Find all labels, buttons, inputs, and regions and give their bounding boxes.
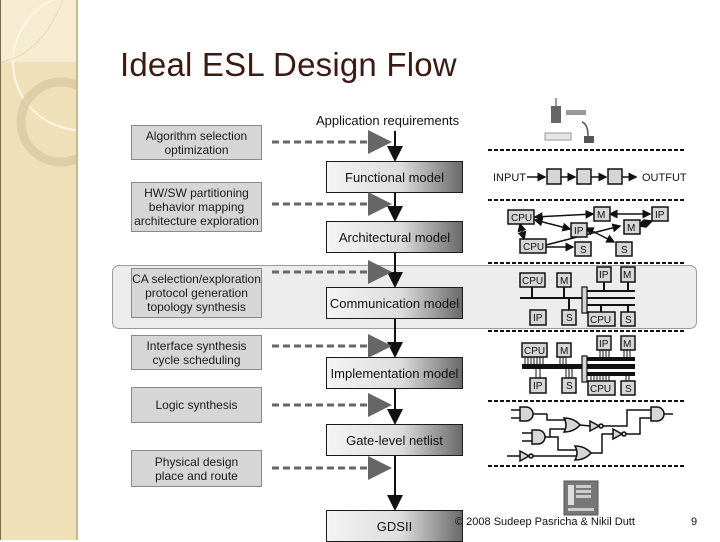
block-label: CPU — [524, 346, 545, 357]
output-label: OUTFUT — [642, 172, 687, 184]
block-label: IP — [599, 339, 609, 350]
block-label: S — [625, 384, 632, 395]
block-label: M — [560, 276, 568, 287]
block-label: M — [623, 270, 631, 281]
block-label: CPU — [522, 276, 543, 287]
block-label: IP — [533, 313, 543, 324]
block-label: M — [560, 346, 568, 357]
block-label: S — [566, 313, 573, 324]
block-label: S — [621, 245, 628, 256]
block-label: M — [597, 210, 605, 221]
dashed-task-arrows — [272, 130, 392, 480]
block-label: CPU — [590, 384, 611, 395]
functional-illustration: INPUT OUTFUT — [493, 168, 687, 185]
communication-illustration: CPU M IP M IP S CPU S — [519, 266, 636, 327]
page-number: 9 — [691, 516, 698, 528]
block-label: M — [627, 223, 635, 234]
input-label: INPUT — [493, 172, 526, 184]
block-label: S — [625, 315, 632, 326]
devices-icon — [544, 98, 594, 143]
implementation-illustration: CPU M IP M IP S CPU S — [521, 335, 636, 396]
chip-layout-icon — [563, 480, 599, 516]
block-label: S — [580, 245, 587, 256]
copyright-footer: © 2008 Sudeep Pasricha & Nikil Dutt — [455, 516, 635, 528]
block-label: IP — [574, 226, 584, 237]
block-label: IP — [599, 270, 609, 281]
block-label: CPU — [590, 315, 611, 326]
block-label: CPU — [511, 213, 532, 224]
block-label: IP — [655, 210, 665, 221]
block-label: S — [566, 381, 573, 392]
block-label: CPU — [523, 242, 544, 253]
block-label: IP — [533, 381, 543, 392]
block-label: M — [623, 339, 631, 350]
flow-diagram-graphics: INPUT OUTFUT CPU M IP IP M CPU S S CPU M… — [272, 98, 687, 516]
logic-gates-icon — [507, 406, 673, 463]
architectural-illustration: CPU M IP IP M CPU S S — [507, 206, 669, 257]
